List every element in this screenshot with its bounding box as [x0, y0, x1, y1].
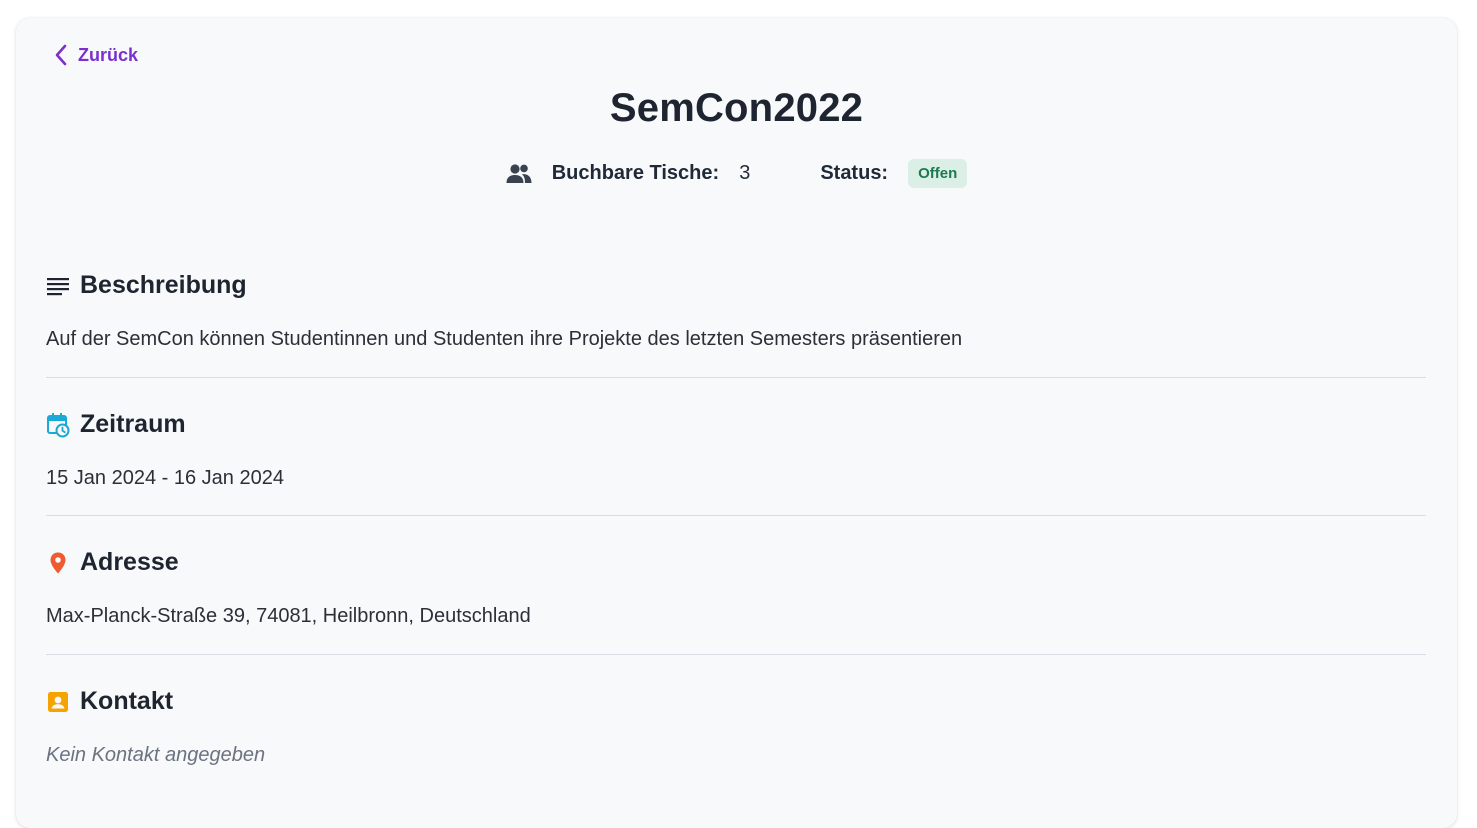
divider: [46, 654, 1426, 655]
group-icon: [506, 163, 532, 185]
description-text: Auf der SemCon können Studentinnen und S…: [46, 328, 963, 350]
status-badge: Offen: [908, 159, 968, 188]
back-label: Zurück: [78, 44, 139, 65]
event-detail-card: Zurück SemCon2022 Buchbare Tische: 3 Sta…: [16, 18, 1457, 828]
divider: [46, 515, 1426, 516]
period-text: 15 Jan 2024 - 16 Jan 2024: [46, 467, 284, 489]
description-section: Beschreibung Auf der SemCon können Stude…: [46, 271, 1426, 351]
contact-heading: Kontakt: [80, 687, 174, 715]
chevron-left-icon: [54, 44, 68, 66]
status-label: Status:: [820, 162, 889, 184]
period-heading: Zeitraum: [80, 410, 186, 438]
location-pin-icon: [46, 551, 70, 575]
tables-label: Buchbare Tische:: [551, 162, 720, 184]
back-link[interactable]: Zurück: [54, 44, 138, 66]
address-text: Max-Planck-Straße 39, 74081, Heilbronn, …: [46, 605, 531, 627]
page-title: SemCon2022: [609, 86, 864, 130]
address-section: Adresse Max-Planck-Straße 39, 74081, Hei…: [46, 548, 1426, 628]
notes-icon: [46, 275, 70, 297]
event-meta: Buchbare Tische: 3 Status: Offen: [16, 159, 1457, 188]
contact-text: Kein Kontakt angegeben: [46, 744, 266, 766]
description-heading: Beschreibung: [80, 271, 247, 299]
contact-section: Kontakt Kein Kontakt angegeben: [46, 687, 1426, 767]
divider: [46, 377, 1426, 378]
contact-card-icon: [46, 690, 70, 714]
calendar-clock-icon: [46, 412, 70, 438]
tables-value: 3: [739, 162, 751, 184]
period-section: Zeitraum 15 Jan 2024 - 16 Jan 2024: [46, 410, 1426, 490]
address-heading: Adresse: [80, 548, 179, 576]
